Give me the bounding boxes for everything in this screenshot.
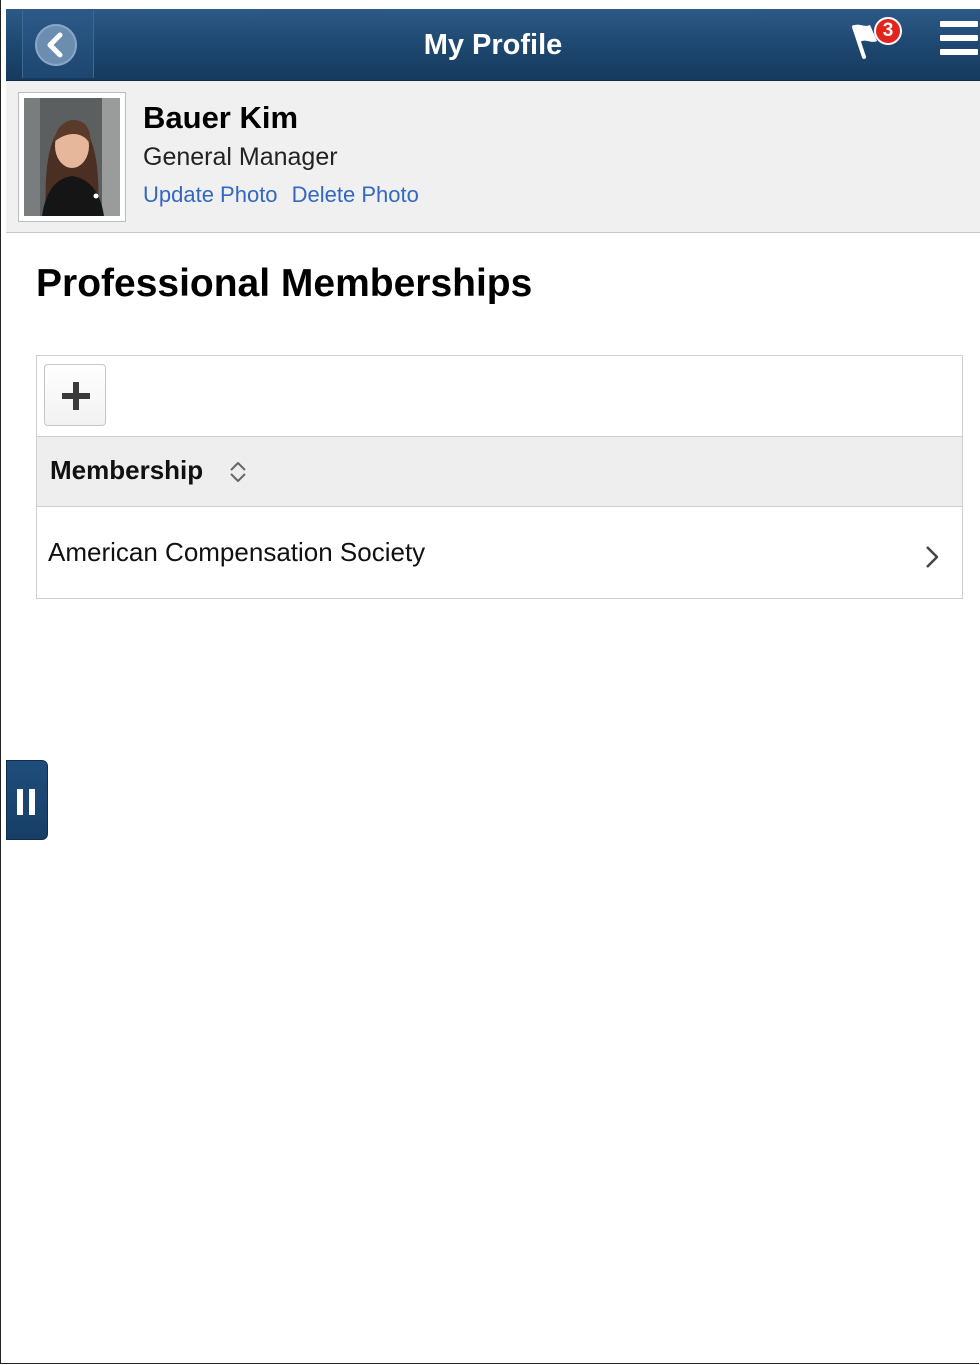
pause-icon xyxy=(29,789,35,815)
photo-links: Update Photo Delete Photo xyxy=(143,182,427,208)
notification-count-badge: 3 xyxy=(874,17,902,45)
menu-bar-line xyxy=(940,21,978,27)
notifications-button[interactable]: 3 xyxy=(844,13,910,69)
update-photo-link[interactable]: Update Photo xyxy=(143,182,278,207)
profile-name: Bauer Kim xyxy=(143,100,299,135)
avatar xyxy=(18,92,126,222)
top-banner: My Profile 3 xyxy=(6,9,980,81)
page-header-title: My Profile xyxy=(423,29,563,61)
side-panel-toggle[interactable] xyxy=(6,760,48,840)
grid-toolbar xyxy=(37,356,962,437)
page-title: Professional Memberships xyxy=(36,262,533,305)
profile-header: Bauer Kim General Manager Update Photo D… xyxy=(6,81,980,233)
profile-job-title: General Manager xyxy=(143,143,338,171)
sort-icon xyxy=(230,462,246,482)
pause-icon xyxy=(17,789,23,815)
column-header-membership[interactable]: Membership xyxy=(37,437,962,507)
chevron-right-icon xyxy=(926,546,939,568)
menu-bar-line xyxy=(940,49,978,55)
plus-icon xyxy=(62,382,90,410)
add-membership-button[interactable] xyxy=(44,364,106,426)
delete-photo-link[interactable]: Delete Photo xyxy=(292,182,419,207)
menu-bar-line xyxy=(940,35,978,41)
table-row[interactable]: American Compensation Society xyxy=(37,507,962,598)
membership-cell: American Compensation Society xyxy=(48,537,426,567)
hamburger-menu-icon[interactable] xyxy=(940,21,978,61)
memberships-grid: Membership American Compensation Society xyxy=(36,355,963,599)
profile-photo xyxy=(24,98,120,216)
column-header-label: Membership xyxy=(50,455,204,485)
person-photo-icon xyxy=(24,98,120,216)
